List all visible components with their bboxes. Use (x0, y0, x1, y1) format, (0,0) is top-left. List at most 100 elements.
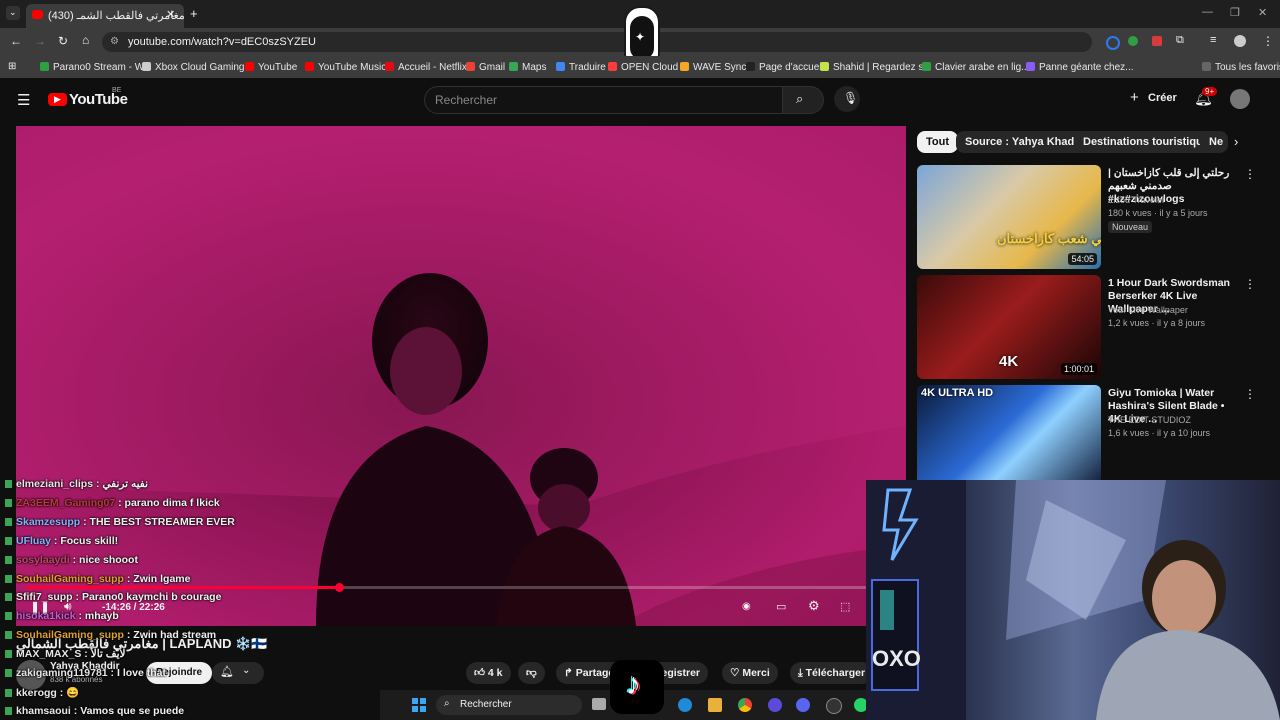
kick-badge-icon (5, 499, 12, 507)
bookmark-item[interactable]: Gmail (466, 62, 505, 73)
recommendation-thumbnail[interactable]: 4K 1:00:01 (917, 275, 1101, 379)
chat-username: Skamzesupp (16, 516, 81, 528)
bookmark-item[interactable]: Panne géante chez... (1026, 62, 1134, 73)
bookmark-item[interactable]: Clavier arabe en lig... (922, 62, 1030, 73)
extension-icon[interactable] (1106, 36, 1120, 50)
reload-icon[interactable]: ↻ (58, 34, 68, 48)
chat-message: elmeziani_clips : نفيه ترنفي (5, 478, 148, 490)
recommendation-thumbnail[interactable]: صدمني شعب كازاخستان! 54:05 (917, 165, 1101, 269)
bookmark-item[interactable]: Maps (509, 62, 546, 73)
windows-start-icon[interactable] (412, 698, 426, 712)
plus-icon[interactable]: + (190, 6, 198, 21)
tab-search-icon[interactable]: ≡ (1210, 34, 1216, 46)
recommendation-channel[interactable]: Zizou Traveler (1108, 195, 1165, 205)
new-badge: Nouveau (1108, 221, 1153, 233)
more-options-icon[interactable]: ⋮ (1244, 167, 1256, 181)
recommendation-channel[interactable]: Your Live Wallpaper (1108, 305, 1188, 315)
chat-username: ZA3EEM_Gaming07 (16, 497, 116, 509)
chevron-right-icon[interactable]: › (1234, 134, 1238, 149)
tab-list-button[interactable]: ⌄ (6, 6, 20, 20)
create-button[interactable]: + Créer (1130, 88, 1178, 112)
bookmark-item[interactable]: Traduire (556, 62, 606, 73)
close-window-icon[interactable]: ✕ (1258, 6, 1267, 19)
bookmark-item[interactable]: Accueil - Netflix (385, 62, 467, 73)
discord-icon[interactable] (796, 698, 810, 712)
download-button[interactable]: ⤓ Télécharger (790, 662, 874, 684)
search-button[interactable]: ⌕ (782, 86, 824, 114)
edge-icon[interactable] (678, 698, 692, 712)
apps-grid-icon[interactable]: ⊞ (8, 61, 16, 72)
task-view-icon[interactable] (592, 698, 606, 710)
video-progress-track[interactable] (26, 583, 896, 592)
profile-avatar[interactable] (1234, 35, 1246, 47)
chat-username: zakigaming119781 (16, 667, 108, 679)
filter-chip[interactable]: Tout (917, 131, 959, 153)
bookmark-item[interactable]: Page d'accueil (746, 62, 824, 73)
chat-username: UFluay (16, 535, 52, 547)
file-explorer-icon[interactable] (708, 698, 722, 712)
subscribe-bell-button[interactable]: 🔔︎ ⌄ (212, 662, 264, 684)
puzzle-extensions-icon[interactable]: ⧉ (1176, 34, 1184, 47)
autoplay-toggle-icon[interactable]: ◉ (742, 601, 751, 612)
forward-arrow-icon[interactable]: → (34, 34, 46, 48)
browser-tab-active[interactable]: مغامرتي فالقطب الشمـ (430) ✕ (26, 4, 185, 28)
chat-message: khamsaoui : Vamos que se puede (5, 705, 184, 717)
hamburger-menu-icon[interactable]: ☰ (17, 91, 30, 109)
site-info-icon[interactable]: ⚙ (110, 36, 119, 47)
bookmark-item[interactable]: Xbox Cloud Gaming... (142, 62, 253, 73)
extension-icon[interactable] (1128, 36, 1138, 46)
more-options-icon[interactable]: ⋮ (1244, 277, 1256, 291)
thanks-button[interactable]: ♡ Merci (722, 662, 778, 684)
recommendation-channel[interactable]: THE EDIT STUDIOZ (1108, 415, 1191, 425)
search-icon: ⌕ (444, 698, 450, 709)
menu-kebab-icon[interactable]: ⋮ (1262, 34, 1274, 48)
bookmark-item[interactable]: WAVE Sync (680, 62, 746, 73)
more-options-icon[interactable]: ⋮ (1244, 387, 1256, 401)
home-icon[interactable]: ⌂ (82, 33, 89, 47)
extension-icon[interactable] (1152, 36, 1162, 46)
like-button[interactable]: 👍︎ 4 k (466, 662, 511, 684)
bookmark-item[interactable]: YouTube Music (305, 62, 386, 73)
dislike-button[interactable]: 👎︎ (518, 662, 545, 684)
chat-text: Vamos que se puede (80, 705, 185, 717)
back-arrow-icon[interactable]: ← (10, 34, 22, 48)
chrome-icon[interactable] (738, 698, 752, 712)
taskbar-search-input[interactable]: ⌕ Rechercher (436, 695, 582, 715)
chat-username: elmeziani_clips (16, 478, 94, 490)
all-favorites[interactable]: Tous les favoris (1202, 62, 1280, 73)
video-progress-fill (26, 586, 340, 589)
subtitles-icon[interactable]: ▭ (776, 600, 786, 613)
bookmark-item[interactable]: OPEN Cloud (608, 62, 678, 73)
video-player[interactable]: ❚❚ 🔊︎ -14:26 / 22:26 ◉ ▭ ⚙ ⬚ (16, 126, 906, 626)
bookmark-item[interactable]: Parano0 Stream - W... (40, 62, 152, 73)
voice-search-button[interactable]: 🎙︎ (834, 86, 860, 112)
bookmark-favicon-icon (245, 62, 254, 71)
youtube-favicon-icon (32, 10, 43, 19)
kick-badge-icon (5, 556, 12, 564)
settings-gear-icon[interactable]: ⚙ (808, 598, 820, 614)
minimize-icon[interactable]: — (1202, 6, 1213, 18)
kick-badge-icon (5, 669, 12, 677)
recommendation-meta: 1,2 k vues · il y a 8 jours (1108, 318, 1206, 328)
chat-username: SouhailGaming_supp (16, 573, 124, 585)
chat-text: نفيه ترنفي (102, 478, 149, 490)
close-tab-icon[interactable]: ✕ (166, 8, 175, 21)
chat-username: sosylaaydi (16, 554, 70, 566)
kick-badge-icon (5, 631, 12, 639)
chat-message: MAX_MAX_S : لايف تالأ (5, 648, 126, 660)
maximize-icon[interactable]: ❐ (1230, 6, 1240, 19)
filter-chip[interactable]: Ne (1200, 131, 1228, 153)
app-icon[interactable] (826, 698, 842, 714)
bookmark-item[interactable]: Shahid | Regardez s... (820, 62, 932, 73)
youtube-search-input[interactable]: Rechercher (424, 86, 784, 114)
account-avatar[interactable] (1230, 89, 1250, 109)
bookmark-favicon-icon (385, 62, 394, 71)
recommendation-thumbnail[interactable]: 4K ULTRA HD (917, 385, 1101, 489)
region-code: BE (112, 87, 122, 94)
chat-text: mhayb (84, 610, 119, 622)
bookmark-item[interactable]: YouTube (245, 62, 297, 73)
heart-dollar-icon: ♡ (730, 667, 740, 679)
app-icon[interactable] (768, 698, 782, 712)
theater-mode-icon[interactable]: ⬚ (840, 600, 850, 613)
address-bar[interactable]: ⚙ youtube.com/watch?v=dEC0szSYZEU (102, 32, 1092, 52)
